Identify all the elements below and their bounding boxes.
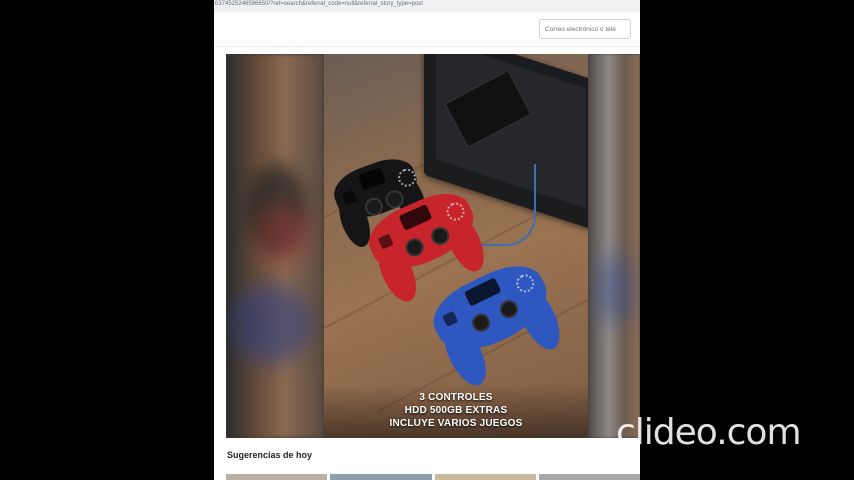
caption-line-3: INCLUYE VARIOS JUEGOS: [389, 418, 523, 429]
caption-line-1: 3 CONTROLES: [419, 392, 493, 403]
post-image[interactable]: 3 CONTROLES HDD 500GB EXTRAS INCLUYE VAR…: [226, 54, 640, 438]
clideo-watermark: clideo.com: [616, 412, 802, 453]
email-or-phone-input[interactable]: [539, 19, 631, 39]
blurred-background-right: [588, 54, 640, 438]
suggestion-thumbnail[interactable]: [538, 474, 640, 480]
product-photo: 3 CONTROLES HDD 500GB EXTRAS INCLUYE VAR…: [324, 54, 588, 438]
browser-page: 0374525246586650/?ref=search&referral_co…: [214, 0, 640, 480]
suggestion-thumbnail[interactable]: [434, 474, 536, 480]
site-header: [214, 12, 640, 47]
url-text: 0374525246586650/?ref=search&referral_co…: [215, 1, 423, 7]
suggestion-thumbnail[interactable]: [226, 474, 328, 480]
blue-controller: [423, 253, 569, 392]
caption-line-2: HDD 500GB EXTRAS: [404, 405, 508, 416]
suggestion-thumbnail[interactable]: [330, 474, 432, 480]
blurred-background-left: [226, 54, 324, 438]
suggestions-title: Sugerencias de hoy: [227, 450, 313, 460]
suggestions-thumbnails: [226, 474, 640, 480]
